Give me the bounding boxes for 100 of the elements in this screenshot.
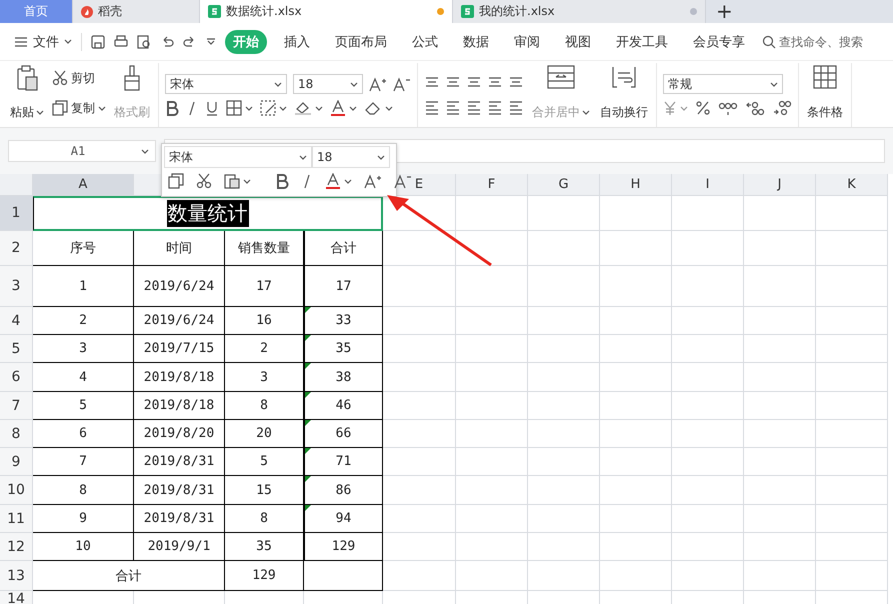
- table-cell: 2019/6/24: [134, 266, 225, 307]
- grid-cell: [672, 335, 744, 363]
- error-indicator-icon: [305, 335, 311, 341]
- row-header[interactable]: 1: [0, 196, 33, 231]
- table-cell: 6: [33, 420, 134, 448]
- caret-icon: [350, 82, 358, 86]
- table-cell: 序号: [33, 231, 134, 266]
- clear-button[interactable]: [364, 100, 393, 116]
- save-icon[interactable]: [91, 34, 105, 48]
- grid-cell: [528, 363, 600, 392]
- caret-icon[interactable]: [206, 38, 216, 46]
- new-tab-button[interactable]: +: [706, 0, 743, 23]
- paste-icon: [224, 173, 240, 189]
- align-distributed-icon[interactable]: [508, 99, 524, 115]
- decrease-font-icon[interactable]: [394, 173, 412, 189]
- font-dropdown[interactable]: 宋体: [164, 146, 312, 168]
- table-cell: 5: [225, 448, 304, 476]
- fill-color-button[interactable]: [294, 100, 323, 116]
- document-tab[interactable]: 我的统计.xlsx: [453, 0, 706, 23]
- font-size-dropdown[interactable]: 18: [293, 74, 363, 94]
- align-justify-icon[interactable]: [487, 99, 503, 115]
- search-field[interactable]: 查找命令、搜索: [762, 34, 893, 48]
- row-header[interactable]: 11: [0, 505, 33, 533]
- grid-cell: [456, 266, 528, 307]
- row-header[interactable]: 2: [0, 231, 33, 266]
- increase-font-icon[interactable]: [364, 173, 382, 189]
- currency-button[interactable]: [663, 100, 688, 116]
- table-cell: 17: [225, 266, 304, 307]
- file-menu[interactable]: 文件: [14, 32, 72, 50]
- paste-button[interactable]: [224, 173, 251, 189]
- grid-cell: [528, 307, 600, 335]
- menu-tab[interactable]: 数据: [455, 30, 497, 54]
- borders-button[interactable]: [226, 100, 253, 116]
- column-header[interactable]: J: [744, 174, 816, 196]
- grid-cell: [744, 476, 816, 505]
- column-header[interactable]: G: [528, 174, 600, 196]
- increase-decimal-icon[interactable]: [745, 100, 765, 116]
- align-center-icon[interactable]: [445, 99, 461, 115]
- grid-cell: [744, 196, 816, 231]
- thousands-separator-icon[interactable]: [718, 100, 738, 116]
- row-header[interactable]: 9: [0, 448, 33, 476]
- print-preview-icon[interactable]: [137, 34, 151, 48]
- align-left-icon[interactable]: [424, 99, 440, 115]
- cell-style-button[interactable]: [260, 100, 287, 116]
- menu-tab[interactable]: 视图: [557, 30, 599, 54]
- table-cell: 2019/7/15: [134, 335, 225, 363]
- column-header[interactable]: H: [600, 174, 672, 196]
- conditional-format-button[interactable]: 条件格: [805, 63, 845, 127]
- row-header[interactable]: 7: [0, 392, 33, 420]
- row-header[interactable]: 6: [0, 363, 33, 392]
- font-color-button[interactable]: [325, 173, 352, 189]
- bold-icon[interactable]: [165, 100, 179, 116]
- wrap-text-button[interactable]: 自动换行: [598, 63, 650, 127]
- menu-tab[interactable]: 公式: [404, 30, 446, 54]
- row-header[interactable]: 4: [0, 307, 33, 335]
- row-header[interactable]: 5: [0, 335, 33, 363]
- menu-tab[interactable]: 审阅: [506, 30, 548, 54]
- row-header[interactable]: 12: [0, 533, 33, 561]
- row-header[interactable]: 14: [0, 591, 33, 604]
- cut-button[interactable]: 剪切: [52, 70, 106, 86]
- error-indicator-icon: [305, 448, 311, 454]
- scissors-icon[interactable]: [196, 173, 212, 189]
- column-header[interactable]: A: [33, 174, 134, 196]
- font-size-dropdown[interactable]: 18: [312, 146, 390, 168]
- column-header[interactable]: F: [456, 174, 528, 196]
- underline-icon[interactable]: [205, 100, 219, 116]
- menu-tab[interactable]: 插入: [276, 30, 318, 54]
- font-color-button[interactable]: [330, 100, 357, 116]
- document-tab[interactable]: 数据统计.xlsx: [200, 0, 453, 23]
- copy-icon[interactable]: [168, 173, 184, 189]
- name-box[interactable]: A1: [8, 140, 156, 162]
- menu-tab[interactable]: 页面布局: [327, 30, 395, 54]
- decrease-font-icon[interactable]: [393, 76, 411, 92]
- print-icon[interactable]: [114, 34, 128, 48]
- grid-cell: [600, 420, 672, 448]
- table-cell: 16: [225, 307, 304, 335]
- table-cell: 3: [33, 335, 134, 363]
- row-header[interactable]: 13: [0, 561, 33, 591]
- number-format-dropdown[interactable]: 常规: [663, 74, 783, 94]
- decrease-decimal-icon[interactable]: [772, 100, 792, 116]
- row-header[interactable]: 10: [0, 476, 33, 505]
- copy-button[interactable]: 复制: [52, 100, 106, 116]
- row-header[interactable]: 8: [0, 420, 33, 448]
- row-header[interactable]: 3: [0, 266, 33, 307]
- paste-button[interactable]: 粘贴: [8, 63, 46, 127]
- increase-font-icon[interactable]: [369, 76, 387, 92]
- grid-cell: [816, 505, 888, 533]
- font-dropdown[interactable]: 宋体: [165, 74, 287, 94]
- grid-cell: [816, 307, 888, 335]
- bold-icon[interactable]: [275, 173, 289, 189]
- percent-icon[interactable]: [695, 100, 711, 116]
- grid-cell: [816, 476, 888, 505]
- column-header[interactable]: K: [816, 174, 888, 196]
- error-indicator-icon: [305, 363, 311, 369]
- table-cell: 2019/8/31: [134, 448, 225, 476]
- align-right-icon[interactable]: [466, 99, 482, 115]
- menu-tab[interactable]: 会员专享: [685, 30, 753, 54]
- document-tab[interactable]: 稻壳: [73, 0, 200, 23]
- menu-tab[interactable]: 开发工具: [608, 30, 676, 54]
- column-header[interactable]: I: [672, 174, 744, 196]
